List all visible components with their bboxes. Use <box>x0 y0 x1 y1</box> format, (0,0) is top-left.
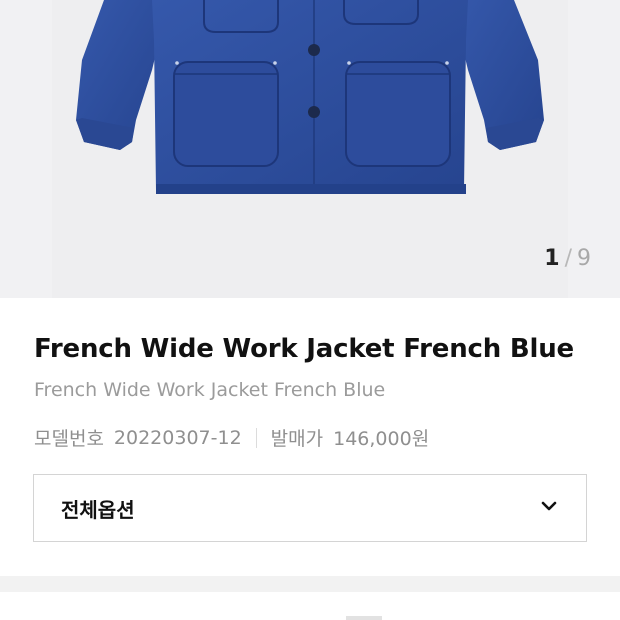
next-section <box>0 592 620 620</box>
image-counter-total: 9 <box>577 246 592 271</box>
model-number-value: 20220307-12 <box>113 426 242 449</box>
jacket-image <box>76 0 544 194</box>
section-divider <box>0 576 620 592</box>
image-counter: 1/9 <box>544 246 592 271</box>
product-subtitle: French Wide Work Jacket French Blue <box>34 379 386 401</box>
product-photo[interactable] <box>52 0 568 298</box>
image-counter-separator: / <box>564 246 573 271</box>
product-info: French Wide Work Jacket French Blue Fren… <box>0 298 620 576</box>
product-meta: 모델번호 20220307-12 발매가 146,000원 <box>34 424 429 451</box>
product-title: French Wide Work Jacket French Blue <box>34 334 574 364</box>
meta-divider <box>255 427 257 448</box>
chevron-down-icon <box>541 501 557 511</box>
section-tab-hint <box>346 616 382 620</box>
option-select-dropdown[interactable]: 전체옵션 <box>33 474 587 542</box>
option-select-label: 전체옵션 <box>61 497 135 522</box>
product-image-gallery[interactable]: 1/9 <box>0 0 620 298</box>
model-number-label: 모델번호 <box>34 428 104 450</box>
release-price-label: 발매가 <box>270 428 324 450</box>
release-price-value: 146,000원 <box>333 428 430 450</box>
image-counter-current: 1 <box>544 246 561 271</box>
